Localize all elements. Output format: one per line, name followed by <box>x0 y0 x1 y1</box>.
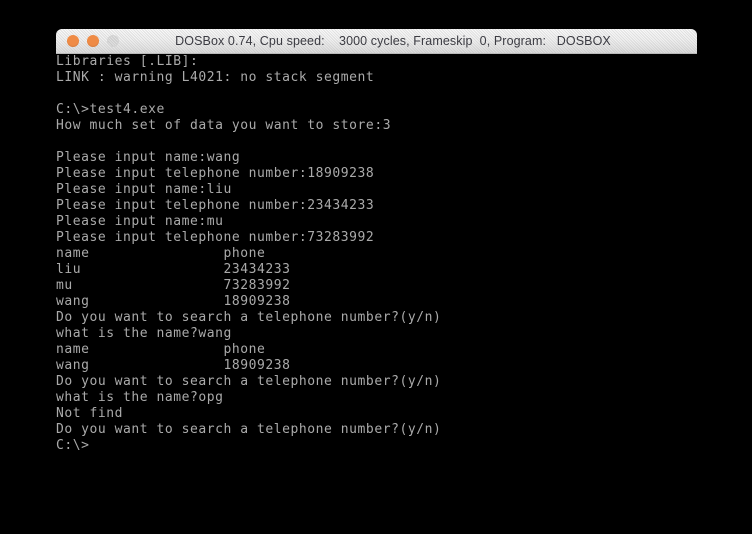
terminal-screen[interactable]: Libraries [.LIB]: LINK : warning L4021: n… <box>56 54 697 454</box>
terminal-line: Not find <box>56 406 124 421</box>
terminal-output: Libraries [.LIB]: LINK : warning L4021: n… <box>56 54 697 454</box>
window-title-bar[interactable]: DOSBox 0.74, Cpu speed: 3000 cycles, Fra… <box>56 29 697 54</box>
minimize-button[interactable] <box>87 35 99 47</box>
terminal-line: what is the name?wang <box>56 326 232 341</box>
terminal-line: Please input name:wang <box>56 150 241 165</box>
terminal-line: How much set of data you want to store:3 <box>56 118 392 133</box>
terminal-line: C:\> <box>56 438 90 453</box>
title-bar-inner: DOSBox 0.74, Cpu speed: 3000 cycles, Fra… <box>56 29 697 53</box>
zoom-button[interactable] <box>107 35 119 47</box>
terminal-line: name phone <box>56 246 266 261</box>
terminal-line: LINK : warning L4021: no stack segment <box>56 70 375 85</box>
terminal-line: Do you want to search a telephone number… <box>56 310 442 325</box>
terminal-line: wang 18909238 <box>56 294 291 309</box>
terminal-line: Libraries [.LIB]: <box>56 54 199 69</box>
window-controls <box>67 35 119 47</box>
terminal-line: Do you want to search a telephone number… <box>56 422 442 437</box>
terminal-line: C:\>test4.exe <box>56 102 165 117</box>
close-button[interactable] <box>67 35 79 47</box>
terminal-line: Please input name:liu <box>56 182 232 197</box>
dosbox-window: DOSBox 0.74, Cpu speed: 3000 cycles, Fra… <box>56 29 697 454</box>
terminal-line: Please input name:mu <box>56 214 224 229</box>
terminal-line: what is the name?opg <box>56 390 224 405</box>
terminal-line: name phone <box>56 342 266 357</box>
window-title-text: DOSBox 0.74, Cpu speed: 3000 cycles, Fra… <box>175 34 611 48</box>
terminal-line: Please input telephone number:18909238 <box>56 166 375 181</box>
terminal-line: Do you want to search a telephone number… <box>56 374 442 389</box>
terminal-line: Please input telephone number:23434233 <box>56 198 375 213</box>
terminal-line: wang 18909238 <box>56 358 291 373</box>
terminal-line: Please input telephone number:73283992 <box>56 230 375 245</box>
terminal-line: liu 23434233 <box>56 262 291 277</box>
terminal-line: mu 73283992 <box>56 278 291 293</box>
